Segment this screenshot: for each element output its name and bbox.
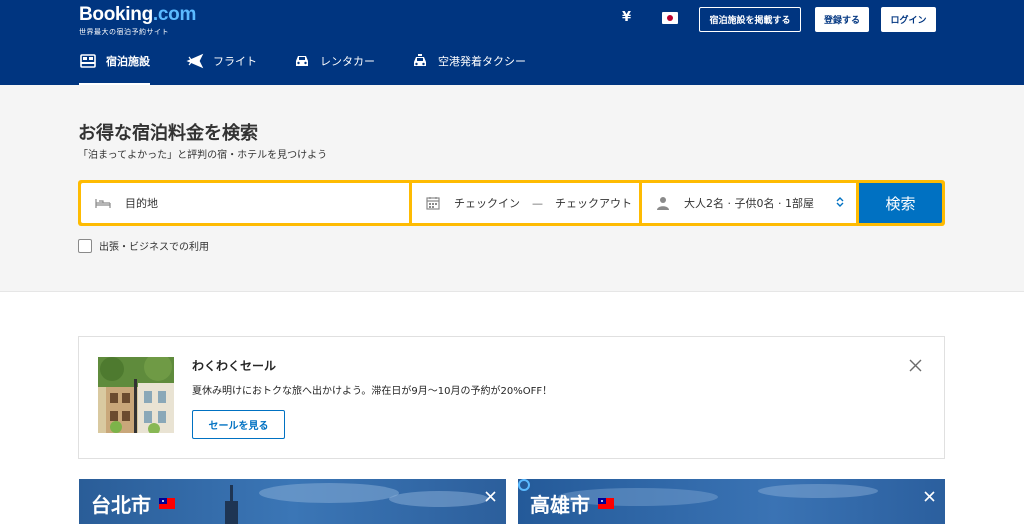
bed-icon — [95, 197, 111, 209]
logo-dot: .com — [152, 4, 197, 25]
login-button[interactable]: ログイン — [881, 7, 936, 32]
business-trip-option[interactable]: 出張・ビジネスでの利用 — [78, 238, 209, 253]
date-separator: — — [532, 196, 543, 210]
nav-tab-label: レンタカー — [320, 55, 375, 68]
close-icon[interactable] — [924, 487, 935, 506]
checkout-label: チェックアウト — [555, 197, 632, 210]
person-icon — [656, 196, 670, 210]
plane-icon — [186, 52, 204, 70]
city-label: 台北市 — [91, 493, 151, 517]
nav-tab-flights[interactable]: フライト — [186, 50, 257, 72]
destination-field[interactable]: 目的地 — [81, 183, 409, 223]
logo-name: Booking — [79, 4, 153, 25]
list-property-button[interactable]: 宿泊施設を掲載する — [699, 7, 801, 32]
bed-icon — [79, 52, 97, 70]
booking-logo[interactable]: Booking.com 世界最大の宿泊予約サイト — [79, 4, 196, 37]
sale-promo-banner: わくわくセール 夏休み明けにおトクな旅へ出かけよう。滞在日が9月～10月の予約が… — [78, 336, 945, 459]
date-range-field[interactable]: チェックイン — チェックアウト — [412, 183, 639, 223]
checkin-label: チェックイン — [454, 197, 520, 210]
search-hero: お得な宿泊料金を検索 「泊まってよかった」と評判の宿・ホテルを見つけよう 目的地… — [0, 85, 1024, 292]
guests-field[interactable]: 大人2名 · 子供0名 · 1部屋 — [642, 183, 856, 223]
car-icon — [293, 52, 311, 70]
business-trip-checkbox[interactable] — [78, 238, 92, 253]
destination-card-taipei[interactable]: 台北市 — [79, 479, 506, 524]
nav-tab-label: フライト — [213, 55, 257, 68]
calendar-icon — [426, 196, 440, 210]
close-icon[interactable] — [909, 357, 922, 376]
view-sale-button[interactable]: セールを見る — [192, 410, 285, 439]
nav-tab-stays[interactable]: 宿泊施設 — [79, 50, 150, 85]
card-city-name: 台北市 — [91, 489, 175, 518]
top-header: Booking.com 世界最大の宿泊予約サイト ¥ 宿泊施設を掲載する 登録す… — [0, 0, 1024, 85]
nav-tab-label: 空港発着タクシー — [438, 55, 526, 68]
close-icon[interactable] — [485, 487, 496, 506]
destination-card-kaohsiung[interactable]: 高雄市 — [518, 479, 945, 524]
destination-placeholder: 目的地 — [125, 197, 158, 210]
product-nav: 宿泊施設 フライト レンタカー 空港発着タクシー — [79, 50, 562, 85]
logo-tagline: 世界最大の宿泊予約サイト — [79, 28, 169, 36]
page-subtitle: 「泊まってよかった」と評判の宿・ホテルを見つけよう — [78, 150, 328, 161]
currency-selector[interactable]: ¥ — [622, 10, 631, 25]
nav-tab-car-rental[interactable]: レンタカー — [293, 50, 375, 72]
promo-image — [98, 357, 174, 433]
card-city-name: 高雄市 — [530, 489, 614, 518]
promo-text: 夏休み明けにおトクな旅へ出かけよう。滞在日が9月～10月の予約が20%OFF！ — [192, 386, 553, 397]
chevron-updown-icon — [836, 196, 844, 211]
taxi-icon — [411, 52, 429, 70]
search-bar: 目的地 チェックイン — チェックアウト 大人2名 · 子供0名 · 1部屋 検… — [78, 180, 945, 226]
promo-title: わくわくセール — [192, 359, 277, 373]
register-button[interactable]: 登録する — [815, 7, 869, 32]
taiwan-flag-icon — [159, 498, 175, 509]
page-title: お得な宿泊料金を検索 — [78, 123, 258, 144]
language-flag-icon[interactable] — [662, 12, 678, 24]
nav-tab-airport-taxi[interactable]: 空港発着タクシー — [411, 50, 526, 72]
taiwan-flag-icon — [598, 498, 614, 509]
search-button[interactable]: 検索 — [859, 183, 942, 223]
nav-tab-label: 宿泊施設 — [106, 55, 150, 68]
guests-summary: 大人2名 · 子供0名 · 1部屋 — [684, 197, 814, 210]
business-trip-label: 出張・ビジネスでの利用 — [99, 242, 209, 253]
city-label: 高雄市 — [530, 493, 590, 517]
